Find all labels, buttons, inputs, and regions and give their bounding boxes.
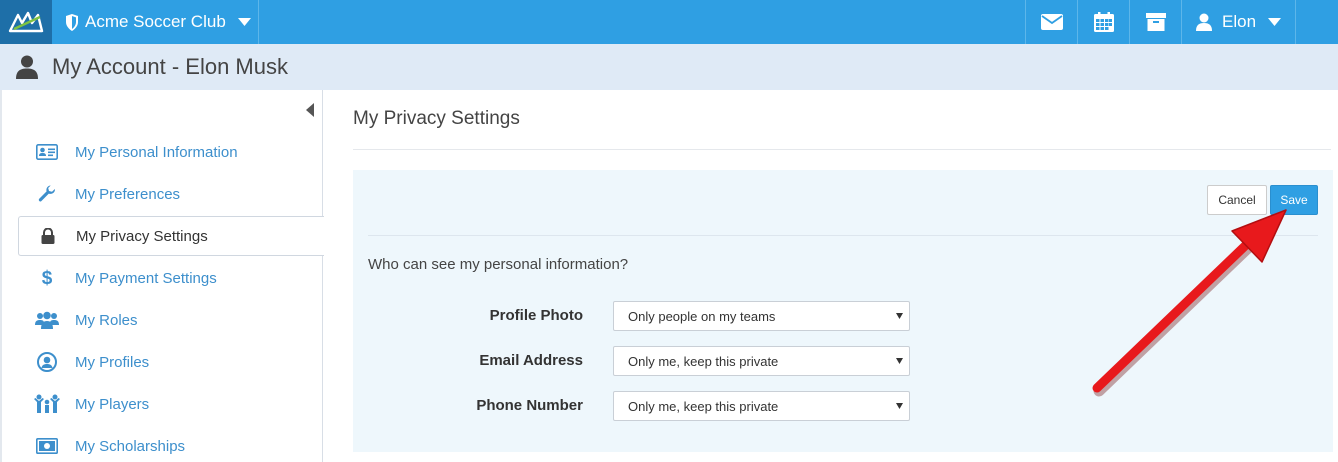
sidebar-item-personal-information[interactable]: My Personal Information	[18, 132, 323, 172]
sidebar-item-roles[interactable]: My Roles	[18, 300, 323, 340]
sidebar-item-label: My Privacy Settings	[76, 227, 208, 245]
money-icon	[32, 438, 62, 454]
top-navigation-bar: Acme Soccer Club Elon	[0, 0, 1338, 44]
archive-button[interactable]	[1129, 0, 1181, 44]
sidebar-item-label: My Roles	[75, 311, 138, 329]
select-value: Only me, keep this private	[628, 398, 779, 414]
sidebar-item-profiles[interactable]: My Profiles	[18, 342, 323, 382]
chevron-down-icon	[896, 312, 903, 320]
id-card-icon	[32, 144, 62, 160]
club-name: Acme Soccer Club	[85, 12, 226, 31]
sidebar-item-label: My Players	[75, 395, 150, 413]
calendar-button[interactable]	[1077, 0, 1129, 44]
chevron-down-icon	[896, 357, 903, 365]
phone-number-select[interactable]: Only me, keep this private	[613, 391, 910, 421]
shield-icon	[65, 13, 79, 31]
sidebar-item-players[interactable]: My Players	[18, 384, 323, 424]
profile-photo-label: Profile Photo	[489, 307, 583, 324]
sidebar-item-label: My Scholarships	[75, 437, 186, 455]
cancel-button[interactable]: Cancel	[1207, 185, 1267, 215]
sidebar-item-label: My Personal Information	[75, 143, 238, 161]
collapse-sidebar-icon[interactable]	[306, 103, 314, 122]
svg-text:$: $	[42, 268, 53, 288]
profile-photo-select[interactable]: Only people on my teams	[613, 301, 910, 331]
sidebar-item-label: My Preferences	[75, 185, 181, 203]
app-logo[interactable]	[0, 0, 52, 44]
calendar-icon	[1093, 12, 1114, 32]
user-icon	[1196, 13, 1212, 31]
phone-number-label: Phone Number	[476, 397, 583, 414]
privacy-settings-panel: Cancel Save Who can see my personal info…	[353, 170, 1333, 452]
user-name: Elon	[1222, 12, 1257, 31]
logo-icon	[8, 11, 44, 33]
divider	[368, 235, 1318, 236]
sidebar-item-preferences[interactable]: My Preferences	[18, 174, 323, 214]
wrench-icon	[32, 185, 62, 203]
lock-icon	[33, 228, 63, 244]
sidebar-item-label: My Payment Settings	[75, 269, 217, 287]
dollar-icon: $	[32, 268, 62, 288]
users-icon	[32, 311, 62, 329]
sidebar-item-label: My Profiles	[75, 353, 150, 371]
section-title: My Privacy Settings	[353, 108, 520, 129]
select-value: Only me, keep this private	[628, 353, 779, 369]
players-icon	[32, 394, 62, 414]
select-value: Only people on my teams	[628, 308, 776, 324]
user-menu[interactable]: Elon	[1181, 0, 1296, 44]
sidebar-item-privacy-settings[interactable]: My Privacy Settings	[18, 216, 324, 256]
sidebar-item-scholarships[interactable]: My Scholarships	[18, 426, 323, 462]
club-selector[interactable]: Acme Soccer Club	[52, 0, 259, 44]
sidebar-item-payment-settings[interactable]: $ My Payment Settings	[18, 258, 323, 298]
chevron-down-icon	[1268, 18, 1282, 26]
archive-icon	[1145, 13, 1166, 31]
page-title: My Account - Elon Musk	[52, 54, 288, 79]
save-button[interactable]: Save	[1270, 185, 1318, 215]
chevron-down-icon	[896, 402, 903, 410]
account-header: My Account - Elon Musk	[0, 44, 1338, 90]
person-icon	[16, 55, 38, 79]
privacy-question: Who can see my personal information?	[368, 256, 629, 273]
email-address-label: Email Address	[479, 352, 583, 369]
mail-button[interactable]	[1025, 0, 1077, 44]
divider	[353, 149, 1331, 150]
chevron-down-icon	[237, 18, 251, 26]
mail-icon	[1040, 14, 1063, 30]
email-address-select[interactable]: Only me, keep this private	[613, 346, 910, 376]
user-circle-icon	[32, 352, 62, 372]
